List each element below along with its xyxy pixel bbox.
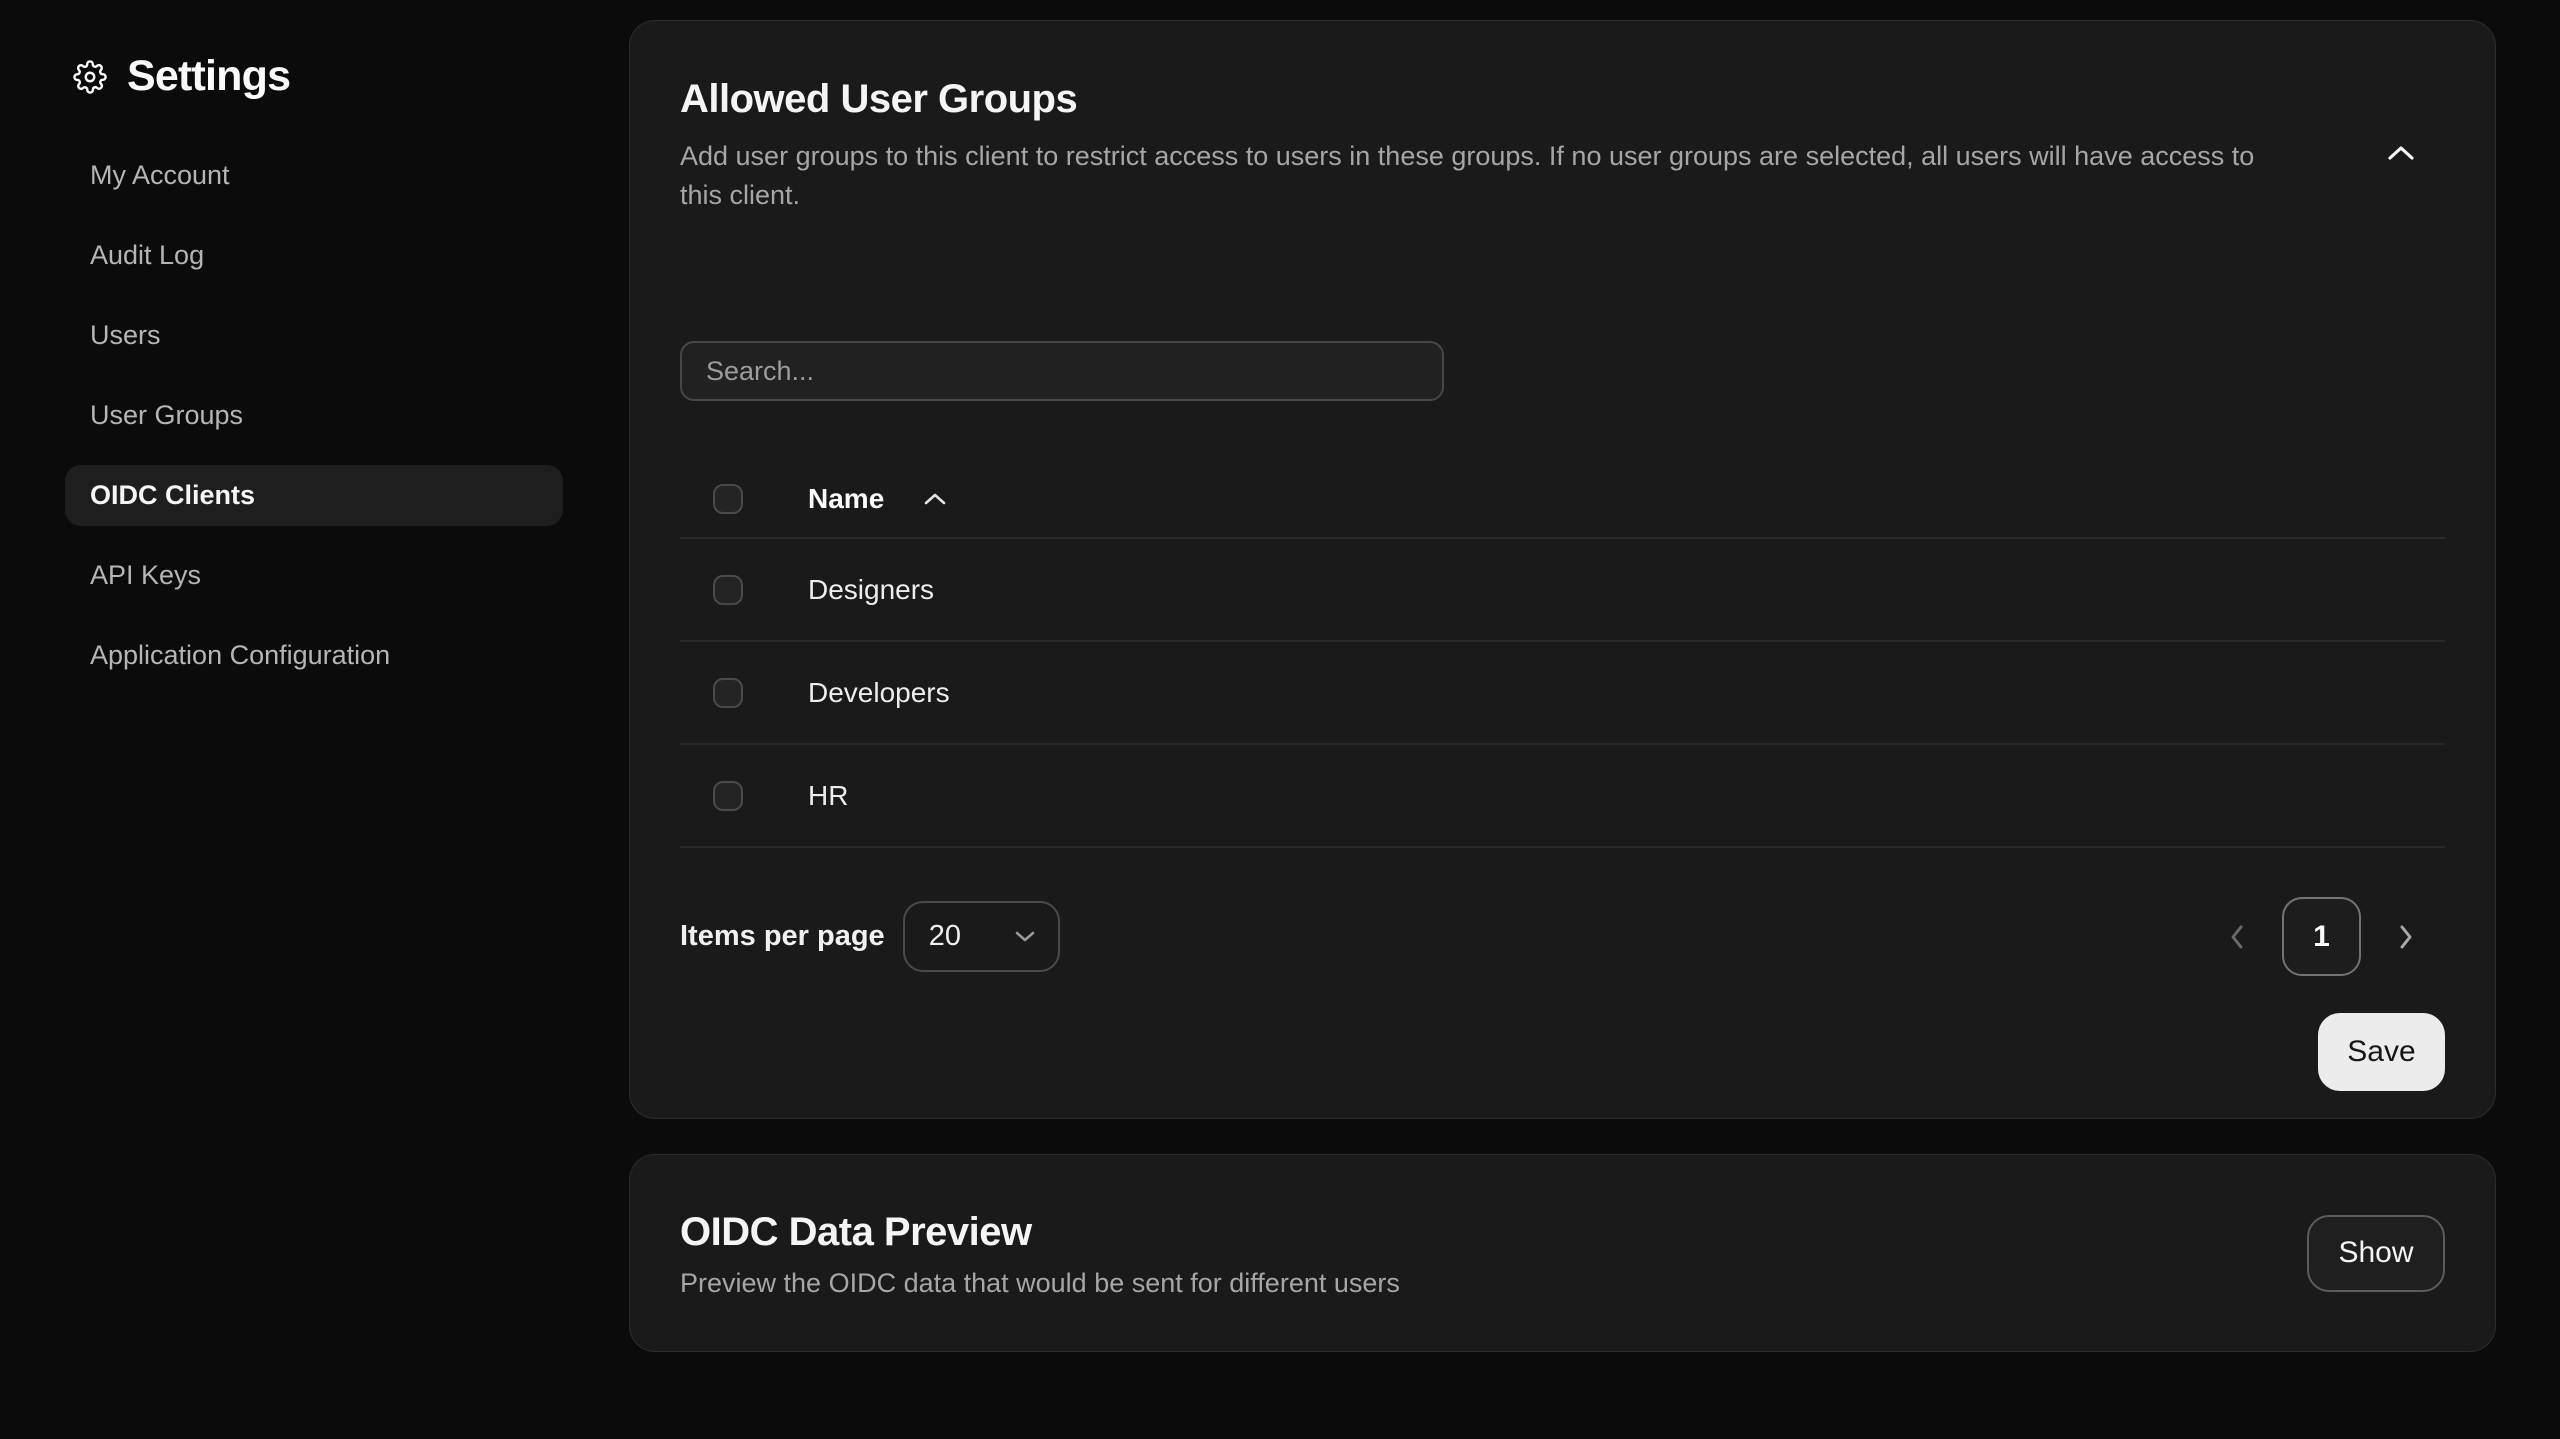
items-per-page-value: 20 — [929, 920, 961, 953]
search-input[interactable] — [680, 341, 1444, 401]
preview-description: Preview the OIDC data that would be sent… — [680, 1268, 1400, 1299]
sidebar-nav: My Account Audit Log Users User Groups O… — [0, 145, 629, 705]
card-header: Allowed User Groups Add user groups to t… — [680, 75, 2445, 215]
row-checkbox-designers[interactable] — [713, 575, 743, 605]
next-page-button[interactable] — [2399, 924, 2414, 950]
row-name: Designers — [808, 574, 934, 606]
show-button[interactable]: Show — [2307, 1215, 2445, 1292]
table-row: Developers — [680, 642, 2445, 745]
items-per-page-select[interactable]: 20 — [903, 901, 1060, 972]
row-name: Developers — [808, 677, 950, 709]
select-all-checkbox[interactable] — [713, 484, 743, 514]
oidc-data-preview-card: OIDC Data Preview Preview the OIDC data … — [629, 1154, 2496, 1352]
pagination-bar: Items per page 20 1 — [680, 897, 2445, 976]
card-description: Add user groups to this client to restri… — [680, 137, 2258, 215]
save-row: Save — [680, 1013, 2445, 1091]
sidebar-title: Settings — [127, 52, 290, 101]
sidebar-item-users[interactable]: Users — [65, 305, 563, 366]
name-column-header[interactable]: Name — [808, 483, 884, 515]
items-per-page-label: Items per page — [680, 920, 885, 953]
previous-page-button[interactable] — [2229, 924, 2244, 950]
sidebar-item-audit-log[interactable]: Audit Log — [65, 225, 563, 286]
allowed-user-groups-card: Allowed User Groups Add user groups to t… — [629, 20, 2496, 1119]
chevron-down-icon — [1014, 930, 1036, 943]
row-checkbox-hr[interactable] — [713, 781, 743, 811]
preview-title: OIDC Data Preview — [680, 1208, 1400, 1256]
table-row: HR — [680, 745, 2445, 848]
sort-ascending-icon[interactable] — [922, 491, 948, 507]
chevron-left-icon — [2229, 924, 2244, 950]
page-navigation: 1 — [2229, 897, 2414, 976]
save-button[interactable]: Save — [2318, 1013, 2445, 1091]
chevron-right-icon — [2399, 924, 2414, 950]
row-name: HR — [808, 780, 848, 812]
sidebar-item-my-account[interactable]: My Account — [65, 145, 563, 206]
items-per-page-group: Items per page 20 — [680, 901, 1060, 972]
sidebar-item-user-groups[interactable]: User Groups — [65, 385, 563, 446]
chevron-up-icon — [2386, 144, 2416, 162]
table-row: Designers — [680, 539, 2445, 642]
collapse-card-button[interactable] — [2379, 131, 2423, 175]
row-checkbox-developers[interactable] — [713, 678, 743, 708]
sidebar-header: Settings — [73, 52, 290, 101]
current-page-button[interactable]: 1 — [2282, 897, 2361, 976]
preview-header-text: OIDC Data Preview Preview the OIDC data … — [680, 1208, 1400, 1299]
gear-icon — [73, 60, 107, 94]
table-header-row: Name — [680, 461, 2445, 539]
card-title: Allowed User Groups — [680, 75, 2258, 123]
card-header-text: Allowed User Groups Add user groups to t… — [680, 75, 2258, 215]
sidebar-item-application-configuration[interactable]: Application Configuration — [65, 625, 563, 686]
settings-sidebar: Settings My Account Audit Log Users User… — [0, 0, 629, 1439]
sidebar-item-api-keys[interactable]: API Keys — [65, 545, 563, 606]
sidebar-item-oidc-clients[interactable]: OIDC Clients — [65, 465, 563, 526]
